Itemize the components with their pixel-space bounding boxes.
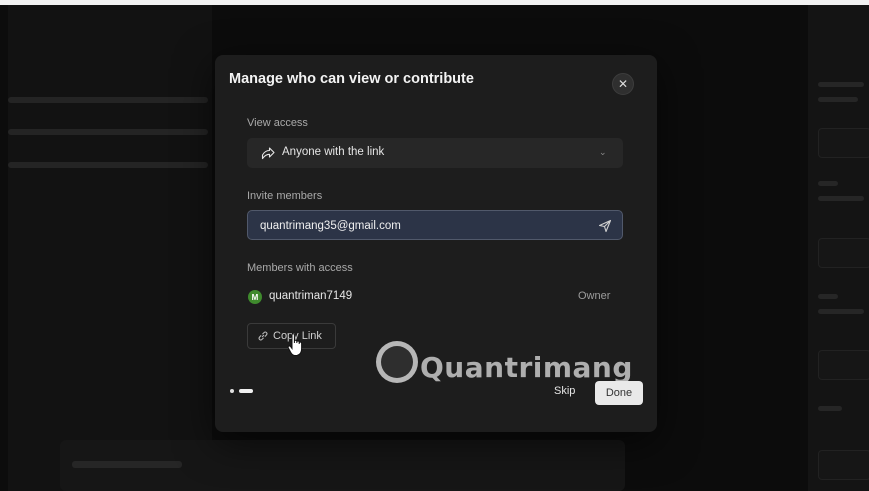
link-icon [258, 331, 268, 341]
bg-card [818, 128, 869, 158]
close-icon: ✕ [617, 77, 629, 91]
member-role: Owner [578, 290, 611, 302]
modal-title: Manage who can view or contribute [229, 71, 474, 87]
bg-text [818, 82, 864, 87]
chevron-down-icon: ⌄ [599, 147, 607, 157]
view-access-select[interactable]: Anyone with the link ⌄ [247, 138, 623, 168]
bg-card [818, 238, 869, 268]
bg-text [818, 309, 864, 314]
send-icon[interactable] [598, 219, 612, 233]
close-button[interactable]: ✕ [612, 73, 634, 95]
bg-text [818, 97, 858, 102]
bg-text [818, 181, 838, 186]
share-arrow-icon [261, 147, 275, 160]
background-left-pane [8, 5, 212, 491]
invite-members-label: Invite members [247, 190, 323, 202]
watermark-text: Quantrimang [420, 351, 633, 384]
avatar: M [248, 290, 262, 304]
pagination-dot-active [239, 389, 253, 393]
bg-card [818, 450, 869, 480]
watermark-logo [376, 341, 418, 383]
skip-button[interactable]: Skip [554, 385, 575, 397]
done-button[interactable]: Done [595, 381, 643, 405]
pagination-dot [230, 389, 234, 393]
bg-text [818, 406, 842, 411]
members-label: Members with access [247, 262, 353, 274]
bg-text [818, 294, 838, 299]
view-access-value: Anyone with the link [282, 146, 385, 158]
invite-email-input[interactable] [260, 218, 560, 234]
member-name: quantriman7149 [269, 290, 353, 302]
bg-card [818, 350, 869, 380]
background-panel [60, 440, 625, 491]
hand-cursor-icon [287, 333, 303, 356]
share-modal: Manage who can view or contribute ✕ View… [215, 55, 657, 432]
view-access-label: View access [247, 117, 308, 129]
invite-field [247, 210, 623, 240]
bg-text [818, 196, 864, 201]
